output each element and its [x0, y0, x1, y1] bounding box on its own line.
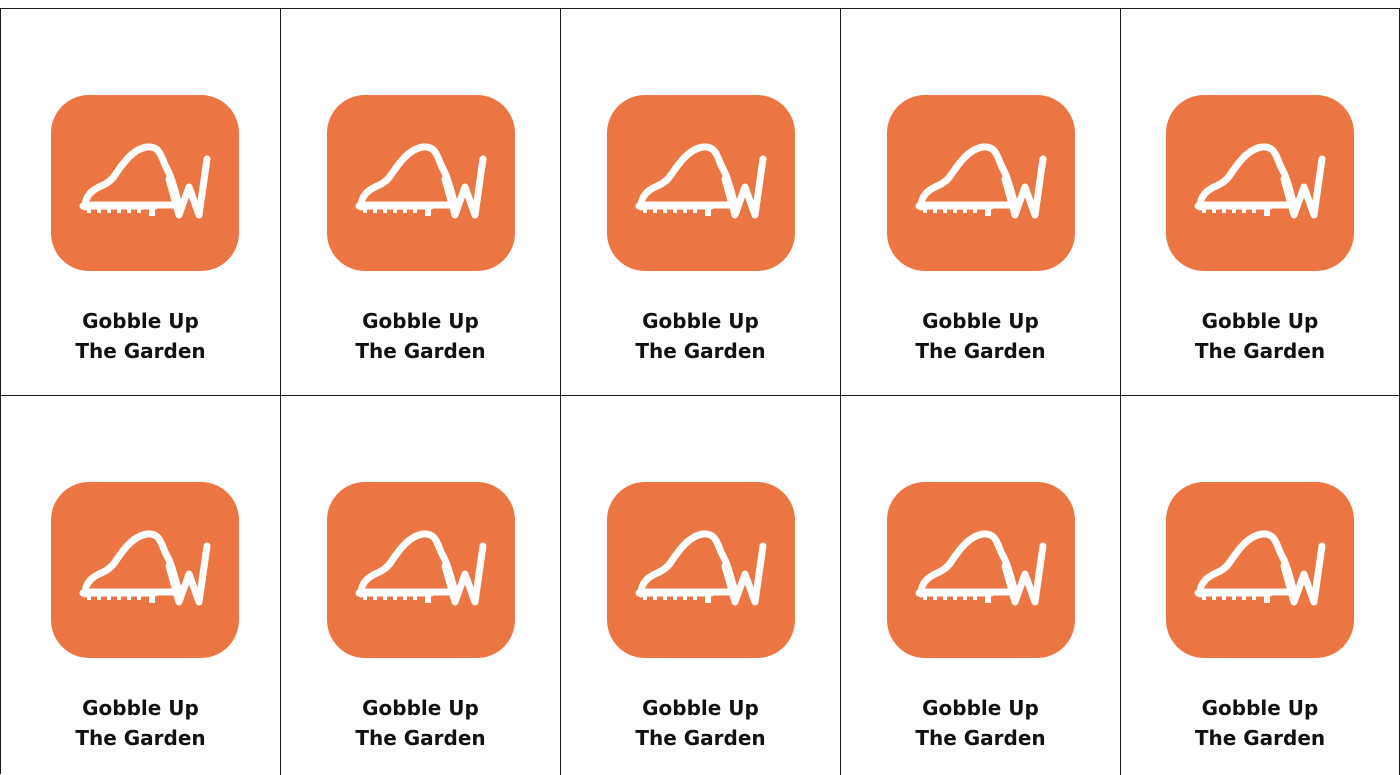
app-tile[interactable]: Gobble Up The Garden: [1121, 9, 1400, 396]
app-icon: [606, 95, 795, 271]
app-tile[interactable]: Gobble Up The Garden: [281, 396, 561, 775]
app-label-line1: Gobble Up: [362, 309, 479, 333]
piano-w-logo-icon: [79, 530, 210, 606]
app-label-line2: The Garden: [1194, 339, 1326, 363]
app-label-line1: Gobble Up: [82, 696, 199, 720]
app-label: Gobble Up The Garden: [281, 306, 560, 366]
app-label: Gobble Up The Garden: [1121, 306, 1399, 366]
app-tile[interactable]: Gobble Up The Garden: [561, 396, 841, 775]
app-label: Gobble Up The Garden: [1, 306, 280, 366]
app-icon: [1166, 482, 1354, 658]
app-label-line2: The Garden: [75, 339, 206, 363]
app-icon: [50, 482, 239, 658]
app-label-line2: The Garden: [75, 726, 206, 750]
piano-w-logo-icon: [1194, 530, 1326, 606]
piano-w-logo-icon: [915, 530, 1046, 606]
app-tile[interactable]: Gobble Up The Garden: [841, 9, 1121, 396]
app-label-line2: The Garden: [635, 726, 766, 750]
piano-w-logo-icon: [915, 143, 1046, 219]
app-label-line1: Gobble Up: [1201, 696, 1319, 720]
app-icon: [326, 482, 515, 658]
app-grid: Gobble Up The Garden Gobble Up The Garde…: [0, 8, 1400, 775]
app-label-line2: The Garden: [915, 726, 1046, 750]
app-label-line1: Gobble Up: [642, 309, 759, 333]
app-icon: [886, 482, 1075, 658]
app-label-line1: Gobble Up: [642, 696, 759, 720]
piano-w-logo-icon: [355, 143, 486, 219]
app-label-line1: Gobble Up: [82, 309, 199, 333]
piano-w-logo-icon: [1194, 143, 1326, 219]
app-label-line1: Gobble Up: [922, 696, 1039, 720]
app-tile[interactable]: Gobble Up The Garden: [1, 396, 281, 775]
app-icon: [326, 95, 515, 271]
piano-w-logo-icon: [79, 143, 210, 219]
app-icon: [1166, 95, 1354, 271]
app-label-line1: Gobble Up: [362, 696, 479, 720]
app-label: Gobble Up The Garden: [841, 306, 1120, 366]
app-tile[interactable]: Gobble Up The Garden: [561, 9, 841, 396]
piano-w-logo-icon: [635, 143, 766, 219]
app-label: Gobble Up The Garden: [1, 693, 280, 753]
piano-w-logo-icon: [355, 530, 486, 606]
app-icon: [606, 482, 795, 658]
app-label: Gobble Up The Garden: [281, 693, 560, 753]
app-label: Gobble Up The Garden: [561, 693, 840, 753]
app-label-line2: The Garden: [355, 339, 486, 363]
app-tile[interactable]: Gobble Up The Garden: [1121, 396, 1400, 775]
piano-w-logo-icon: [635, 530, 766, 606]
app-label: Gobble Up The Garden: [561, 306, 840, 366]
app-icon: [886, 95, 1075, 271]
app-tile[interactable]: Gobble Up The Garden: [1, 9, 281, 396]
app-label-line1: Gobble Up: [1201, 309, 1319, 333]
app-icon: [50, 95, 239, 271]
app-label-line2: The Garden: [635, 339, 766, 363]
app-label-line2: The Garden: [915, 339, 1046, 363]
app-label-line1: Gobble Up: [922, 309, 1039, 333]
app-label: Gobble Up The Garden: [841, 693, 1120, 753]
app-label: Gobble Up The Garden: [1121, 693, 1399, 753]
app-label-line2: The Garden: [355, 726, 486, 750]
app-label-line2: The Garden: [1194, 726, 1326, 750]
app-tile[interactable]: Gobble Up The Garden: [281, 9, 561, 396]
app-tile[interactable]: Gobble Up The Garden: [841, 396, 1121, 775]
